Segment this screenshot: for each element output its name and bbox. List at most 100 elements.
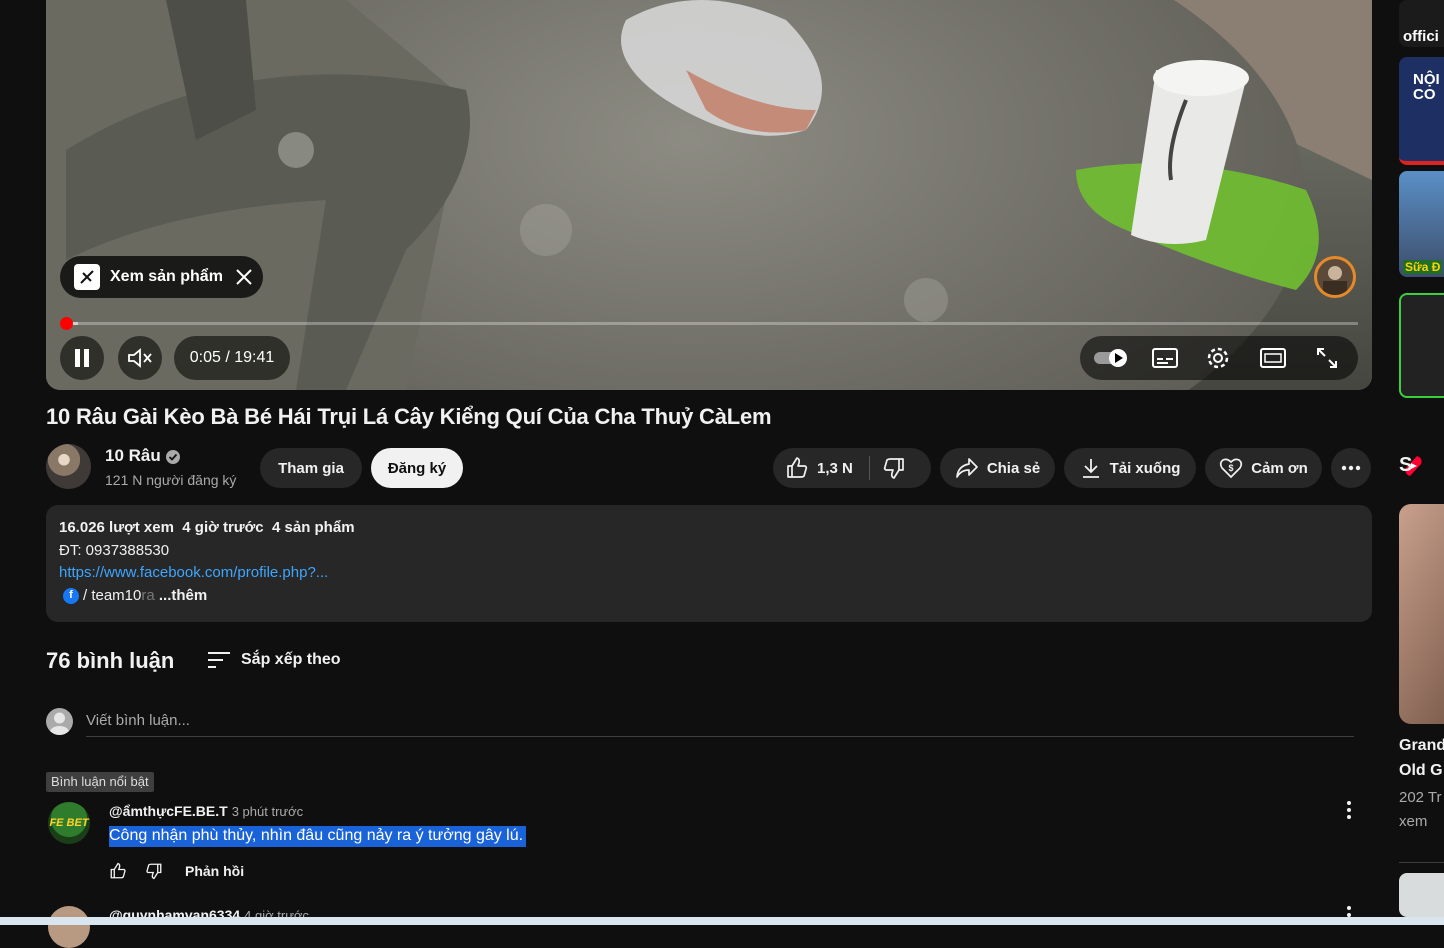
comment-dislike-button[interactable] xyxy=(145,862,163,880)
product-chip[interactable]: Xem sản phẩm xyxy=(60,256,263,298)
share-label: Chia sẻ xyxy=(986,459,1041,477)
upload-time: 4 giờ trước xyxy=(182,519,264,536)
description-phone: ĐT: 0937388530 xyxy=(59,541,170,559)
short-title-line-2[interactable]: Old G xyxy=(1399,762,1443,780)
thumbs-up-icon xyxy=(787,457,808,478)
fullscreen-button[interactable] xyxy=(1316,347,1338,374)
heart-dollar-icon: $ xyxy=(1219,457,1243,479)
comment-author-avatar[interactable] xyxy=(48,906,90,948)
settings-button[interactable] xyxy=(1206,346,1230,375)
description-meta: 16.026 lượt xem 4 giờ trước 4 sản phẩm xyxy=(59,517,1359,540)
dislike-button[interactable] xyxy=(882,456,906,480)
related-thumbnail[interactable]: NỘI CO xyxy=(1399,57,1444,165)
short-views-line-1: 202 Tr xyxy=(1399,789,1442,806)
comment-time[interactable]: 3 phút trước xyxy=(232,804,303,819)
shorts-heading: S xyxy=(1399,454,1413,476)
product-count: 4 sản phẩm xyxy=(272,519,355,536)
highlighted-comment-badge: Bình luận nổi bật xyxy=(46,772,154,792)
short-thumbnail[interactable] xyxy=(1399,504,1444,724)
video-frame xyxy=(46,0,1372,390)
join-button[interactable]: Tham gia xyxy=(260,448,362,488)
comment-text: Công nhận phù thủy, nhìn đâu cũng nảy ra… xyxy=(109,826,527,847)
product-chip-label: Xem sản phẩm xyxy=(110,268,223,285)
more-horizontal-icon xyxy=(1341,465,1361,471)
shopping-tag-icon xyxy=(74,264,100,290)
short-title-line-1[interactable]: Grand xyxy=(1399,737,1444,755)
like-count: 1,3 N xyxy=(817,459,853,477)
share-button[interactable]: Chia sẻ xyxy=(940,448,1055,488)
user-avatar xyxy=(46,708,73,735)
time-text: 0:05 / 19:41 xyxy=(189,349,275,366)
comment-author-avatar[interactable]: FE BET xyxy=(48,802,90,844)
mute-button[interactable] xyxy=(118,336,162,380)
channel-watermark[interactable] xyxy=(1314,256,1356,298)
comment-input[interactable] xyxy=(86,704,1354,737)
subscribe-button[interactable]: Đăng ký xyxy=(371,448,463,488)
thanks-button[interactable]: $ Cảm ơn xyxy=(1205,448,1322,488)
reply-button[interactable]: Phản hồi xyxy=(185,863,244,879)
comment-like-button[interactable] xyxy=(109,862,127,880)
facebook-icon: f xyxy=(63,587,79,604)
os-taskbar-edge xyxy=(0,917,1444,925)
autoplay-icon xyxy=(1094,349,1127,367)
like-button[interactable]: 1,3 N xyxy=(785,456,853,480)
related-thumbnail[interactable] xyxy=(1399,293,1444,398)
comment-author-line: @ẩmthựcFE.BE.T 3 phút trước xyxy=(109,803,303,819)
short-views-line-2: xem xyxy=(1399,813,1428,830)
progress-scrubber[interactable] xyxy=(60,317,73,330)
description-box[interactable]: 16.026 lượt xem 4 giờ trước 4 sản phẩm Đ… xyxy=(46,505,1372,622)
like-dislike-group: 1,3 N xyxy=(773,448,931,488)
handle-fade: ra xyxy=(141,586,155,604)
comments-count: 76 bình luận xyxy=(46,648,175,673)
subtitles-icon xyxy=(1152,348,1178,368)
volume-muted-icon xyxy=(128,348,152,368)
subscribe-label: Đăng ký xyxy=(387,459,447,477)
join-label: Tham gia xyxy=(278,459,344,477)
thumbs-down-icon xyxy=(883,458,904,479)
pause-button[interactable] xyxy=(60,336,104,380)
thumbs-down-icon xyxy=(146,863,162,880)
avatar-logo-text: FE BET xyxy=(49,817,89,829)
svg-text:$: $ xyxy=(1229,463,1234,473)
related-thumbnail[interactable]: Sữa Đ xyxy=(1399,171,1444,277)
divider xyxy=(1399,862,1444,863)
subtitles-button[interactable] xyxy=(1152,347,1178,374)
channel-name[interactable]: 10 Râu xyxy=(105,446,161,466)
download-label: Tải xuống xyxy=(1109,459,1181,477)
pause-icon xyxy=(75,349,89,367)
fullscreen-icon xyxy=(1317,348,1337,368)
video-title: 10 Râu Gài Kèo Bà Bé Hái Trụi Lá Cây Kiể… xyxy=(46,404,772,429)
progress-bar[interactable] xyxy=(62,322,1358,325)
thumbnail-text: offici xyxy=(1403,28,1439,45)
gear-icon xyxy=(1207,347,1229,369)
channel-avatar[interactable] xyxy=(46,444,91,489)
show-more-link[interactable]: ...thêm xyxy=(159,587,207,604)
like-divider xyxy=(868,456,870,480)
sort-label: Sắp xếp theo xyxy=(241,651,341,668)
video-player[interactable]: Xem sản phẩm 0:05 / 19:41 xyxy=(46,0,1372,390)
related-thumbnail[interactable]: offici xyxy=(1399,0,1444,47)
view-count: 16.026 lượt xem xyxy=(59,519,174,536)
verified-icon xyxy=(166,450,180,464)
thumbs-up-icon xyxy=(110,862,126,879)
sort-icon xyxy=(208,652,230,668)
autoplay-toggle[interactable] xyxy=(1094,348,1128,368)
related-thumbnail[interactable] xyxy=(1399,873,1444,917)
thumbnail-text: Sữa Đ xyxy=(1403,260,1443,274)
more-actions-button[interactable] xyxy=(1331,448,1371,488)
download-button[interactable]: Tải xuống xyxy=(1064,448,1196,488)
download-icon xyxy=(1080,457,1102,479)
time-display: 0:05 / 19:41 xyxy=(174,336,290,380)
theater-mode-button[interactable] xyxy=(1260,348,1286,373)
thumbnail-text: NỘI CO xyxy=(1413,71,1440,103)
sort-button[interactable]: Sắp xếp theo xyxy=(207,651,341,669)
subscriber-count: 121 N người đăng ký xyxy=(105,472,237,488)
description-link[interactable]: https://www.facebook.com/profile.php?... xyxy=(59,562,1359,585)
comment-author[interactable]: @ẩmthựcFE.BE.T xyxy=(109,803,228,819)
facebook-handle[interactable]: / team10 xyxy=(83,587,141,604)
comment-actions: Phản hồi xyxy=(109,862,244,880)
comment-menu-button[interactable] xyxy=(1347,801,1353,822)
close-icon[interactable] xyxy=(235,268,253,286)
description-handle-line: f / team10ra ...thêm xyxy=(59,585,1359,608)
theater-icon xyxy=(1260,348,1286,368)
